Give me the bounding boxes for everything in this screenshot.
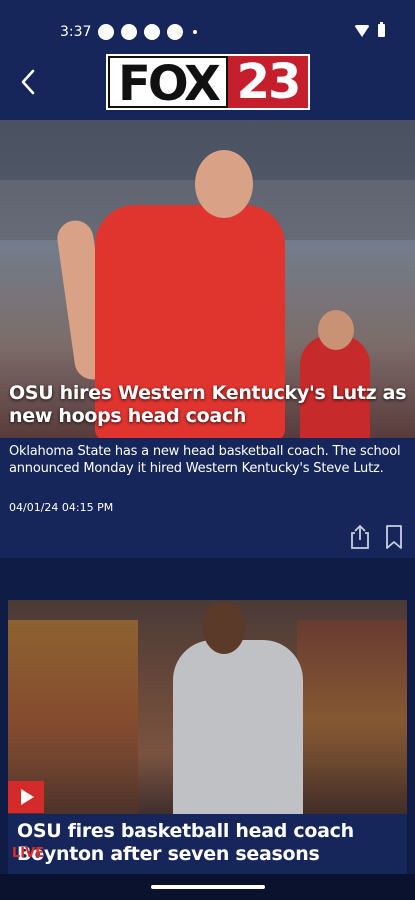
logo-fox-text: FOX (108, 56, 228, 110)
article-date: 04/01/24 04:15 PM (9, 501, 114, 514)
fox23-logo: FOX 23 (106, 54, 310, 110)
live-badge: LIVE (12, 846, 45, 861)
app-header: FOX 23 (0, 46, 415, 120)
article-image[interactable] (8, 600, 407, 820)
notification-dot-icon (98, 24, 114, 40)
notification-dot-icon (121, 24, 137, 40)
bench-figure (318, 310, 354, 350)
chevron-left-icon (21, 69, 35, 95)
notification-dot-icon (167, 24, 183, 40)
coach-figure (173, 640, 303, 820)
bookmark-icon (386, 525, 402, 549)
back-button[interactable] (10, 60, 46, 104)
notification-icons (98, 24, 197, 40)
logo-number-text: 23 (228, 56, 308, 108)
article-headline[interactable]: OSU fires basketball head coach Boynton … (17, 820, 397, 866)
home-gesture-handle[interactable] (151, 885, 265, 889)
share-icon (351, 524, 369, 549)
article-card-body: Oklahoma State has a new head basketball… (0, 438, 415, 558)
coach-figure (203, 602, 245, 654)
more-notifications-icon (193, 30, 197, 34)
coach-figure (195, 150, 253, 218)
notification-dot-icon (144, 24, 160, 40)
crowd-background (297, 620, 407, 820)
play-video-button[interactable] (8, 781, 44, 813)
wifi-icon (354, 24, 370, 37)
article-headline[interactable]: OSU hires Western Kentucky's Lutz as new… (9, 382, 409, 428)
system-icons (354, 22, 385, 37)
battery-icon (378, 22, 385, 37)
card-divider (0, 558, 415, 600)
share-button[interactable] (349, 524, 371, 550)
play-icon (21, 789, 34, 805)
bookmark-button[interactable] (383, 524, 405, 550)
article-summary: Oklahoma State has a new head basketball… (9, 444, 401, 476)
status-time: 3:37 (60, 24, 92, 40)
